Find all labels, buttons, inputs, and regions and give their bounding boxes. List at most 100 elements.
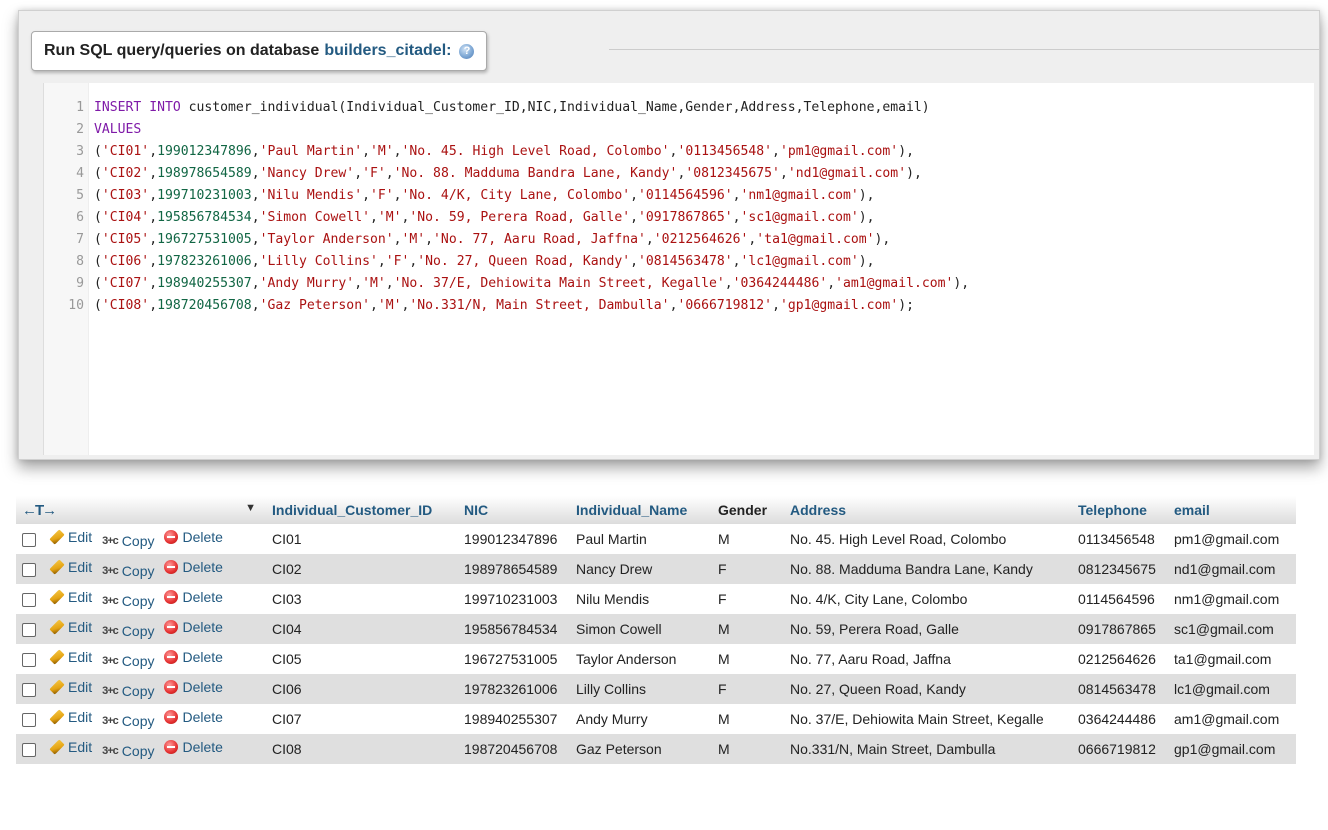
cell-name[interactable]: Paul Martin: [570, 524, 712, 554]
cell-nic[interactable]: 197823261006: [458, 674, 570, 704]
code-text[interactable]: ('CI05',196727531005,'Taylor Anderson','…: [90, 229, 890, 251]
code-line[interactable]: 8 ('CI06',197823261006,'Lilly Collins','F…: [44, 251, 1314, 273]
cell-telephone[interactable]: 0212564626: [1072, 644, 1168, 674]
cell-address[interactable]: No. 59, Perera Road, Galle: [784, 614, 1072, 644]
copy-link[interactable]: 3+c Copy: [102, 683, 154, 699]
col-nic[interactable]: NIC: [458, 496, 570, 524]
cell-name[interactable]: Taylor Anderson: [570, 644, 712, 674]
row-checkbox[interactable]: [22, 563, 36, 578]
col-email[interactable]: email: [1168, 496, 1296, 524]
cell-address[interactable]: No. 88. Madduma Bandra Lane, Kandy: [784, 554, 1072, 584]
row-checkbox[interactable]: [22, 623, 36, 638]
cell-name[interactable]: Gaz Peterson: [570, 734, 712, 764]
copy-link[interactable]: 3+c Copy: [102, 593, 154, 609]
cell-gender[interactable]: M: [712, 524, 784, 554]
sort-dropdown-icon[interactable]: ▼: [245, 502, 256, 514]
row-checkbox[interactable]: [22, 713, 36, 728]
cell-telephone[interactable]: 0114564596: [1072, 584, 1168, 614]
cell-customer-id[interactable]: CI05: [266, 644, 458, 674]
cell-nic[interactable]: 198940255307: [458, 704, 570, 734]
column-nav-arrows[interactable]: ←T→: [22, 502, 57, 519]
sql-editor[interactable]: 1 INSERT INTO customer_individual(Individ…: [43, 83, 1314, 455]
code-text[interactable]: INSERT INTO customer_individual(Individu…: [90, 97, 930, 119]
cell-email[interactable]: sc1@gmail.com: [1168, 614, 1296, 644]
col-address[interactable]: Address: [784, 496, 1072, 524]
col-individual-customer-id[interactable]: Individual_Customer_ID: [266, 496, 458, 524]
row-checkbox[interactable]: [22, 743, 36, 758]
code-line[interactable]: 6 ('CI04',195856784534,'Simon Cowell','M'…: [44, 207, 1314, 229]
cell-customer-id[interactable]: CI01: [266, 524, 458, 554]
code-line[interactable]: 5 ('CI03',199710231003,'Nilu Mendis','F',…: [44, 185, 1314, 207]
cell-email[interactable]: nd1@gmail.com: [1168, 554, 1296, 584]
copy-link[interactable]: 3+c Copy: [102, 533, 154, 549]
cell-address[interactable]: No. 27, Queen Road, Kandy: [784, 674, 1072, 704]
edit-link[interactable]: Edit: [49, 709, 92, 725]
edit-link[interactable]: Edit: [49, 679, 92, 695]
copy-link[interactable]: 3+c Copy: [102, 653, 154, 669]
col-individual-name[interactable]: Individual_Name: [570, 496, 712, 524]
cell-email[interactable]: nm1@gmail.com: [1168, 584, 1296, 614]
delete-link[interactable]: Delete: [164, 679, 223, 695]
edit-link[interactable]: Edit: [49, 529, 92, 545]
delete-link[interactable]: Delete: [164, 559, 223, 575]
code-line[interactable]: 7 ('CI05',196727531005,'Taylor Anderson',…: [44, 229, 1314, 251]
cell-telephone[interactable]: 0814563478: [1072, 674, 1168, 704]
cell-address[interactable]: No. 4/K, City Lane, Colombo: [784, 584, 1072, 614]
row-checkbox[interactable]: [22, 683, 36, 698]
cell-name[interactable]: Andy Murry: [570, 704, 712, 734]
cell-name[interactable]: Nilu Mendis: [570, 584, 712, 614]
cell-nic[interactable]: 195856784534: [458, 614, 570, 644]
cell-nic[interactable]: 198978654589: [458, 554, 570, 584]
code-line[interactable]: 3 ('CI01',199012347896,'Paul Martin','M',…: [44, 141, 1314, 163]
cell-gender[interactable]: F: [712, 584, 784, 614]
code-text[interactable]: ('CI06',197823261006,'Lilly Collins','F'…: [90, 251, 875, 273]
code-text[interactable]: ('CI04',195856784534,'Simon Cowell','M',…: [90, 207, 875, 229]
cell-gender[interactable]: F: [712, 554, 784, 584]
cell-telephone[interactable]: 0666719812: [1072, 734, 1168, 764]
delete-link[interactable]: Delete: [164, 589, 223, 605]
cell-customer-id[interactable]: CI07: [266, 704, 458, 734]
copy-link[interactable]: 3+c Copy: [102, 623, 154, 639]
cell-gender[interactable]: F: [712, 674, 784, 704]
cell-nic[interactable]: 196727531005: [458, 644, 570, 674]
cell-telephone[interactable]: 0113456548: [1072, 524, 1168, 554]
cell-telephone[interactable]: 0364244486: [1072, 704, 1168, 734]
delete-link[interactable]: Delete: [164, 619, 223, 635]
cell-email[interactable]: pm1@gmail.com: [1168, 524, 1296, 554]
cell-gender[interactable]: M: [712, 704, 784, 734]
cell-nic[interactable]: 199012347896: [458, 524, 570, 554]
cell-address[interactable]: No. 45. High Level Road, Colombo: [784, 524, 1072, 554]
cell-gender[interactable]: M: [712, 614, 784, 644]
col-gender[interactable]: Gender: [712, 496, 784, 524]
cell-address[interactable]: No. 77, Aaru Road, Jaffna: [784, 644, 1072, 674]
code-text[interactable]: ('CI03',199710231003,'Nilu Mendis','F','…: [90, 185, 875, 207]
cell-name[interactable]: Nancy Drew: [570, 554, 712, 584]
cell-telephone[interactable]: 0812345675: [1072, 554, 1168, 584]
code-line[interactable]: 2 VALUES: [44, 119, 1314, 141]
cell-customer-id[interactable]: CI04: [266, 614, 458, 644]
code-line[interactable]: 4 ('CI02',198978654589,'Nancy Drew','F','…: [44, 163, 1314, 185]
copy-link[interactable]: 3+c Copy: [102, 713, 154, 729]
cell-name[interactable]: Simon Cowell: [570, 614, 712, 644]
cell-nic[interactable]: 199710231003: [458, 584, 570, 614]
code-text[interactable]: VALUES: [90, 119, 141, 141]
code-text[interactable]: ('CI08',198720456708,'Gaz Peterson','M',…: [90, 295, 914, 317]
help-icon[interactable]: ?: [459, 43, 475, 59]
edit-link[interactable]: Edit: [49, 589, 92, 605]
cell-telephone[interactable]: 0917867865: [1072, 614, 1168, 644]
edit-link[interactable]: Edit: [49, 739, 92, 755]
code-line[interactable]: 9 ('CI07',198940255307,'Andy Murry','M','…: [44, 273, 1314, 295]
code-line[interactable]: 1 INSERT INTO customer_individual(Individ…: [44, 97, 1314, 119]
row-checkbox[interactable]: [22, 653, 36, 668]
delete-link[interactable]: Delete: [164, 649, 223, 665]
delete-link[interactable]: Delete: [164, 739, 223, 755]
sql-code[interactable]: 1 INSERT INTO customer_individual(Individ…: [44, 97, 1314, 317]
edit-link[interactable]: Edit: [49, 619, 92, 635]
cell-email[interactable]: lc1@gmail.com: [1168, 674, 1296, 704]
col-telephone[interactable]: Telephone: [1072, 496, 1168, 524]
row-checkbox[interactable]: [22, 533, 36, 548]
code-line[interactable]: 10 ('CI08',198720456708,'Gaz Peterson','M…: [44, 295, 1314, 317]
cell-gender[interactable]: M: [712, 734, 784, 764]
cell-address[interactable]: No. 37/E, Dehiowita Main Street, Kegalle: [784, 704, 1072, 734]
cell-customer-id[interactable]: CI03: [266, 584, 458, 614]
